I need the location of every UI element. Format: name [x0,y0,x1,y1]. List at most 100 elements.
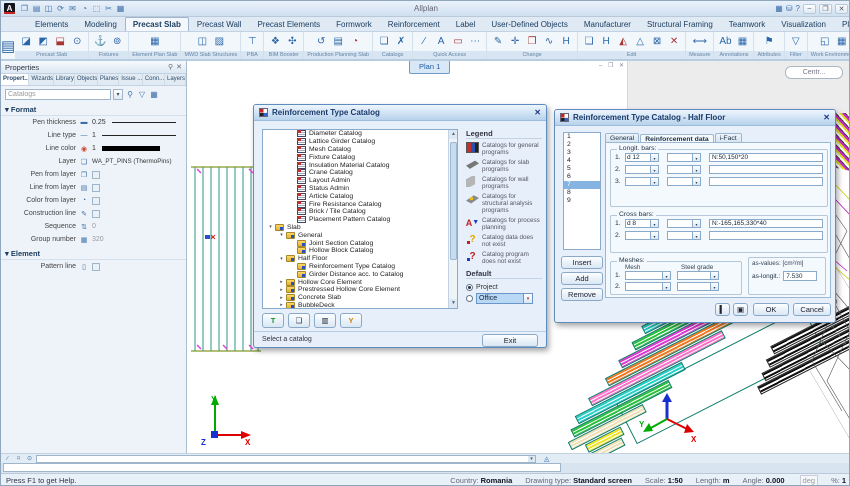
type-number-row[interactable]: 7 [564,181,600,189]
scroll-down-icon[interactable] [449,299,458,308]
dropdown-icon[interactable] [693,231,701,240]
ribbon-tool-icon[interactable]: ❏ [376,33,392,50]
ribbon-tool-icon[interactable]: A [433,33,449,50]
ribbon-tool-icon[interactable]: ◱ [817,33,833,50]
properties-tab[interactable]: Planes [98,74,119,85]
tree-item[interactable]: ▸ Hollow Core Element [263,278,457,286]
type-number-row[interactable]: 2 [564,141,600,149]
dropdown-icon[interactable] [651,231,659,240]
dropdown-icon[interactable] [651,165,659,174]
diameter-combo[interactable] [625,231,659,240]
ribbon-tool-icon[interactable]: ⬓ [52,33,68,50]
quick-access-icon[interactable]: ✉ [67,3,78,14]
line-color-value[interactable]: 1 [92,145,96,152]
dialog-titlebar[interactable]: Reinforcement Type Catalog ✕ [254,105,546,121]
dropdown-icon[interactable] [693,219,701,228]
remove-button[interactable]: Remove [561,288,603,301]
ribbon-tool-icon[interactable]: ▦ [734,33,750,50]
color-from-layer-checkbox[interactable] [92,197,100,205]
catalog-tree[interactable]: Diameter Catalog Lattice Girder Catalog … [262,129,458,309]
titlebar-icon[interactable]: ? [796,4,800,13]
dropdown-icon[interactable] [693,153,701,162]
tree-item[interactable]: Placement Pattern Catalog [263,216,457,224]
tree-item[interactable]: Joint Section Catalog [263,239,457,247]
ribbon-tool-icon[interactable]: ▨ [211,33,227,50]
track-tracing-icon[interactable]: ◬ [544,455,549,463]
diameter-combo[interactable] [625,177,659,186]
tree-expander-icon[interactable]: ▸ [278,279,285,285]
office-radio[interactable] [466,295,473,302]
tree-item[interactable]: Mesh Catalog [263,146,457,154]
pen-thickness-value[interactable]: 0.25 [92,119,106,126]
dropdown-icon[interactable] [711,282,719,291]
status-segment[interactable]: Drawing type:Standard screen [525,476,632,485]
project-home-icon[interactable]: ▤ [1,32,15,59]
tree-expander-icon[interactable]: ▸ [278,302,285,308]
tree-expander-icon[interactable]: ▸ [278,287,285,293]
pen-tool-icon[interactable]: ∕ [3,456,12,462]
pin-icon[interactable]: ⚲ [168,63,173,71]
ribbon-tab[interactable]: Precast Slab [125,17,189,31]
dropdown-icon[interactable] [693,165,701,174]
type-number-row[interactable]: 9 [564,197,600,205]
ribbon-tool-icon[interactable]: ✎ [490,33,506,50]
type-number-list[interactable]: 123456789 [563,132,601,250]
scrollbar-thumb[interactable] [450,142,457,260]
tree-item[interactable]: ▸ BubbleDeck [263,302,457,309]
distributor-input[interactable]: N:-165,165,330*40 [709,219,823,228]
sequence-value[interactable]: 0 [92,223,96,230]
tree-item[interactable]: Fixture Catalog [263,153,457,161]
type-number-row[interactable]: 6 [564,173,600,181]
dropdown-icon[interactable] [693,177,701,186]
ribbon-tool-icon[interactable]: ⟷ [692,33,708,50]
search-dropdown-icon[interactable]: ▾ [113,89,123,100]
diameter-combo[interactable]: d 8 [625,219,659,228]
ribbon-tab[interactable]: Modeling [76,17,124,31]
ribbon-tool-icon[interactable]: ⚓ [92,33,108,50]
tree-item[interactable]: Girder Distance acc. to Catalog [263,270,457,278]
ribbon-tool-icon[interactable]: ▽ [788,33,804,50]
ribbon-tab[interactable]: User-Defined Objects [483,17,575,31]
catalog-tool-button[interactable]: T [262,313,284,328]
line-type-value[interactable]: 1 [92,132,96,139]
catalog-search-input[interactable] [5,89,111,100]
filter-icon[interactable]: ▽ [137,90,147,99]
ribbon-tool-icon[interactable]: ▭ [450,33,466,50]
type-number-row[interactable]: 3 [564,149,600,157]
ribbon-tab[interactable]: Precast Wall [189,17,250,31]
catalog-tool-button[interactable]: ▥ [314,313,336,328]
ribbon-tab[interactable]: Structural Framing [639,17,721,31]
tree-item[interactable]: Crane Catalog [263,169,457,177]
ribbon-tool-icon[interactable]: ⊚ [109,33,125,50]
pen-from-layer-checkbox[interactable] [92,171,100,179]
project-radio-row[interactable]: Project [466,282,542,293]
allplan-logo[interactable]: A [4,3,15,14]
tree-item[interactable]: ▸ Prestressed Hollow Core Element [263,286,457,294]
dialog-close-icon[interactable]: ✕ [534,108,541,117]
ribbon-tab[interactable]: Manufacturer [576,17,639,31]
tree-item[interactable]: Diameter Catalog [263,130,457,138]
ribbon-tool-icon[interactable]: ❏ [581,33,597,50]
exit-button[interactable]: Exit [482,334,538,347]
group-number-value[interactable]: 320 [92,236,104,243]
tree-item[interactable]: ▾ Half Floor [263,255,457,263]
panel-close-icon[interactable]: ✕ [176,63,182,71]
properties-tab[interactable]: Propert... [1,74,29,85]
tree-expander-icon[interactable]: ▸ [278,295,285,301]
quick-access-icon[interactable]: ✂ [103,3,114,14]
ribbon-tool-icon[interactable]: Ab [717,33,733,50]
titlebar-icon[interactable]: ⛁ [786,4,793,13]
catalog-tool-button[interactable]: ❏ [288,313,310,328]
distributor-input[interactable]: N:50,150*20 [709,153,823,162]
tree-item[interactable]: Brick / Tile Catalog [263,208,457,216]
diameter-combo[interactable] [625,165,659,174]
minimize-button[interactable]: – [803,4,816,14]
ribbon-tool-icon[interactable]: ∕ [416,33,432,50]
properties-tab[interactable]: Objects [75,74,98,85]
office-combo-value[interactable]: Office [476,293,524,304]
viewport-tab-plan1[interactable]: Plan 1 [409,61,450,74]
as-longit-value[interactable]: 7.530 [783,271,817,281]
tree-item[interactable]: ▸ Concrete Slab [263,294,457,302]
quick-access-icon[interactable]: ▦ [115,3,126,14]
ribbon-tool-icon[interactable]: ▦ [147,33,163,50]
